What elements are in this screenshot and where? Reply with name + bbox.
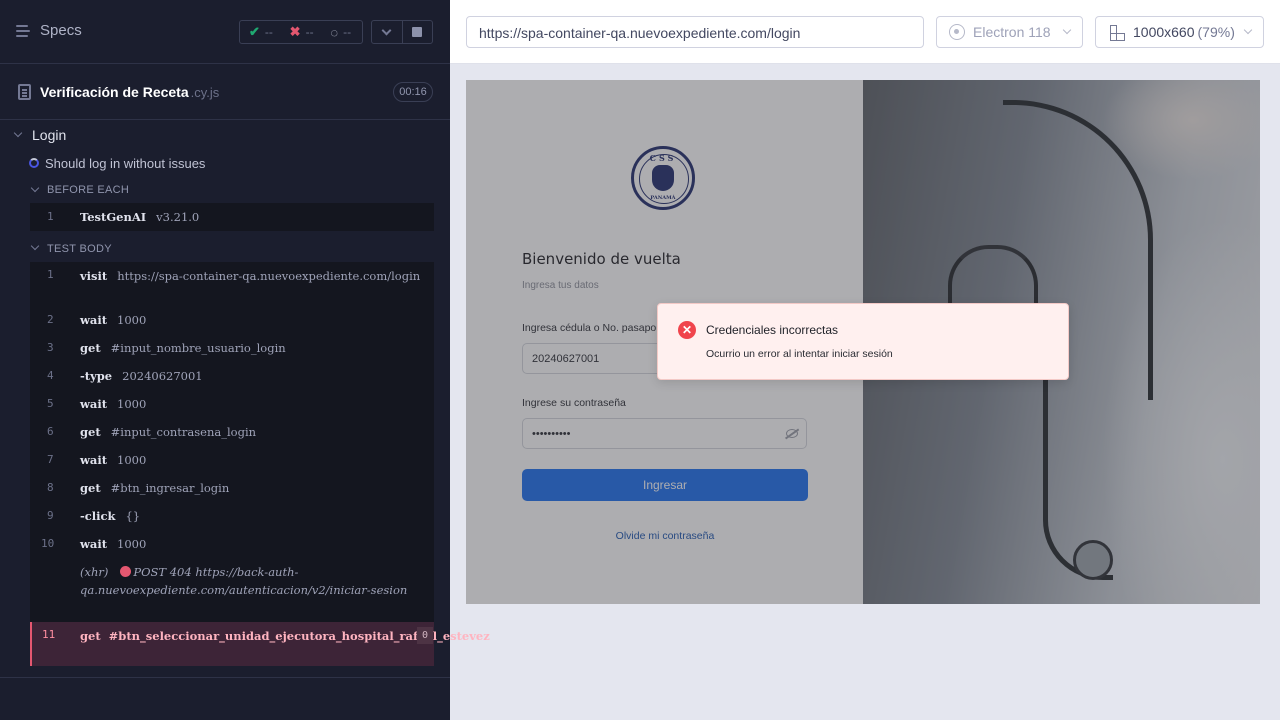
- hook-test-body[interactable]: TEST BODY: [47, 243, 112, 255]
- aut-header: https://spa-container-qa.nuevoexpediente…: [450, 0, 1280, 64]
- divider: [0, 677, 450, 678]
- zoom-level: (79%): [1197, 24, 1235, 40]
- passed-stat: ✔ --: [240, 24, 281, 40]
- error-dot-icon: [120, 566, 132, 577]
- command-number: 7: [47, 453, 54, 466]
- passed-count: --: [264, 25, 273, 39]
- command-name: wait: [80, 453, 108, 467]
- command-number: 8: [47, 481, 54, 494]
- command-row[interactable]: 1 visit https://spa-container-qa.nuevoexp…: [30, 268, 434, 306]
- command-message: #input_contrasena_login: [110, 425, 257, 439]
- command-message: {}: [125, 509, 141, 523]
- chevron-down-icon: [1062, 25, 1072, 35]
- run-controls: [371, 20, 433, 44]
- command-name: -type: [80, 369, 113, 383]
- command-name: -click: [80, 509, 116, 523]
- browser-selector[interactable]: Electron 118: [936, 16, 1083, 48]
- reporter-panel: Specs ✔ -- ✖ -- ◌ -- Verificación de Rec…: [0, 0, 490, 720]
- error-toast: ✕ Credenciales incorrectas Ocurrio un er…: [657, 303, 1069, 380]
- command-message: 1000: [117, 453, 147, 467]
- command-message: #btn_ingresar_login: [110, 481, 230, 495]
- command-name: wait: [80, 313, 108, 327]
- command-number: 1: [47, 268, 54, 281]
- spec-extension: .cy.js: [190, 85, 220, 100]
- command-number: 9: [47, 509, 54, 522]
- command-message: #input_nombre_usuario_login: [110, 341, 286, 355]
- file-icon: [18, 84, 31, 100]
- xhr-label: (xhr): [80, 565, 109, 579]
- command-number: 5: [47, 397, 54, 410]
- command-name: get: [80, 425, 101, 439]
- stop-icon: [412, 27, 423, 37]
- collapse-button[interactable]: [372, 21, 402, 43]
- error-x-icon: ✕: [678, 321, 696, 339]
- command-number: 2: [47, 313, 54, 326]
- pending-icon: ◌: [330, 24, 339, 40]
- spec-header: Verificación de Receta .cy.js 00:16: [0, 64, 450, 120]
- command-name: get: [80, 341, 101, 355]
- pending-stat: ◌ --: [321, 25, 362, 40]
- specs-list-icon: [16, 24, 32, 38]
- command-message: https://spa-container-qa.nuevoexpediente…: [117, 269, 421, 283]
- command-name: visit: [80, 269, 108, 283]
- element-count-badge: 0: [417, 627, 433, 644]
- before-each-commands: 1 TestGenAI v3.21.0: [30, 203, 434, 231]
- test-body-commands: 1 visit https://spa-container-qa.nuevoexp…: [30, 262, 434, 622]
- command-number: 3: [47, 341, 54, 354]
- reporter-header: Specs ✔ -- ✖ -- ◌ --: [0, 0, 450, 64]
- failed-command-row[interactable]: 11 get #btn_seleccionar_unidad_ejecutora_…: [30, 622, 490, 666]
- test-title[interactable]: Should log in without issues: [45, 156, 205, 171]
- command-number: 4: [47, 369, 54, 382]
- ruler-icon: [1108, 24, 1125, 41]
- command-name: wait: [80, 537, 108, 551]
- command-message: 1000: [117, 537, 147, 551]
- command-number: 11: [42, 628, 56, 641]
- suite-title[interactable]: Login: [32, 127, 66, 143]
- specs-link[interactable]: Specs: [16, 22, 82, 39]
- command-number: 1: [47, 210, 54, 223]
- command-number: 6: [47, 425, 54, 438]
- spec-name[interactable]: Verificación de Receta .cy.js: [40, 84, 219, 100]
- toast-message: Ocurrio un error al intentar iniciar ses…: [706, 348, 893, 360]
- command-message: v3.21.0: [156, 210, 200, 224]
- command-message: 20240627001: [122, 369, 203, 383]
- browser-label: Electron 118: [973, 24, 1051, 40]
- chevron-down-icon[interactable]: [30, 183, 40, 193]
- test-stats: ✔ -- ✖ -- ◌ --: [239, 20, 363, 44]
- app-under-test: CSS PANAMÁ Bienvenido de vuelta Ingresa …: [466, 80, 1260, 604]
- viewport-size: 1000x660: [1133, 24, 1195, 40]
- chevron-down-icon: [1243, 25, 1253, 35]
- viewport-selector[interactable]: 1000x660 (79%): [1095, 16, 1264, 48]
- check-icon: ✔: [249, 24, 260, 39]
- command-name: get: [80, 629, 101, 643]
- electron-icon: [949, 24, 965, 40]
- chevron-down-icon[interactable]: [30, 241, 40, 251]
- chevron-down-icon: [382, 25, 392, 35]
- hook-before-each[interactable]: BEFORE EACH: [47, 184, 129, 196]
- command-message: 1000: [117, 313, 147, 327]
- x-icon: ✖: [289, 24, 301, 39]
- duration-badge: 00:16: [393, 82, 433, 102]
- running-spinner-icon: [29, 158, 39, 168]
- command-name: TestGenAI v3.21.0: [80, 210, 200, 224]
- pending-count: --: [343, 25, 352, 39]
- command-number: 10: [41, 537, 55, 550]
- failed-stat: ✖ --: [281, 24, 322, 40]
- url-bar[interactable]: https://spa-container-qa.nuevoexpediente…: [466, 16, 924, 48]
- command-name: wait: [80, 397, 108, 411]
- command-message: 1000: [117, 397, 147, 411]
- chevron-down-icon[interactable]: [13, 128, 23, 138]
- command-name: get: [80, 481, 101, 495]
- specs-label: Specs: [40, 22, 82, 39]
- toast-title: Credenciales incorrectas: [706, 323, 839, 337]
- failed-count: --: [305, 25, 314, 39]
- stop-button[interactable]: [401, 21, 432, 43]
